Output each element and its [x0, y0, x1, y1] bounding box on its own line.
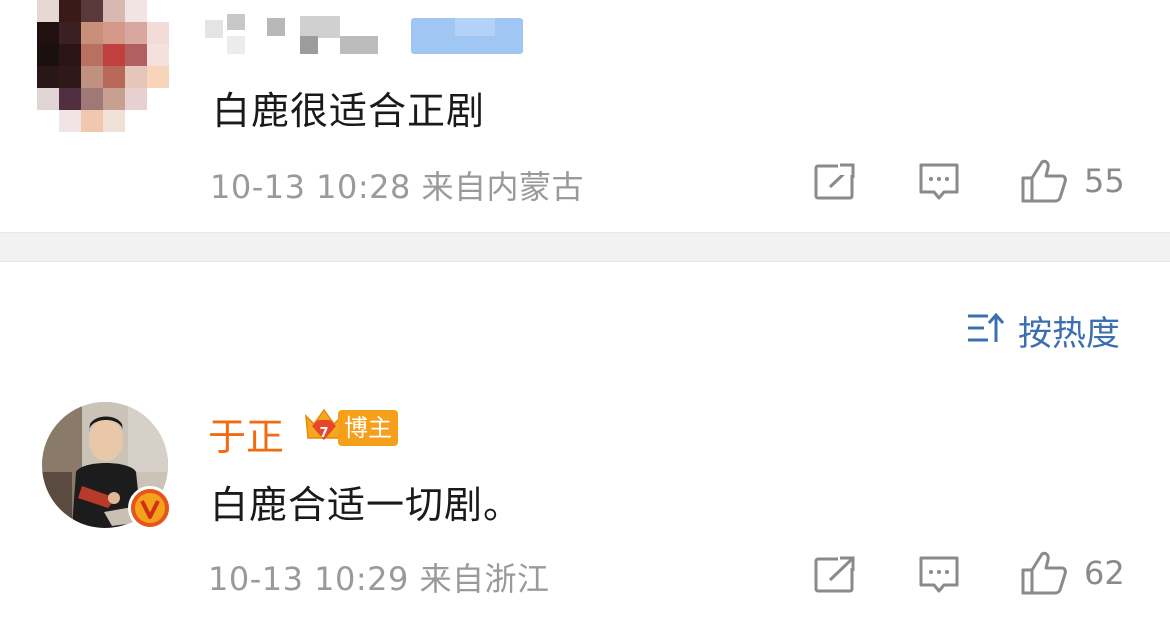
sort-by-heat-button[interactable]: 按热度: [1018, 306, 1120, 355]
timestamp: 10-13 10:29: [208, 560, 409, 598]
timestamp: 10-13 10:28: [210, 168, 411, 206]
comment-text: 白鹿很适合正剧: [212, 89, 486, 133]
comment-text: 白鹿合适一切剧。: [210, 483, 523, 527]
share-icon[interactable]: [814, 556, 856, 594]
v-verified-icon: [128, 486, 172, 530]
comment-meta: 10-13 10:28 来自内蒙古: [210, 162, 584, 208]
like-count: 62: [1084, 554, 1125, 592]
section-divider: [0, 232, 1170, 262]
author-name[interactable]: 于正: [208, 406, 284, 461]
like-count: 55: [1084, 162, 1125, 200]
sort-icon[interactable]: [966, 308, 1006, 348]
thumbs-up-icon[interactable]: [1020, 158, 1068, 204]
comment-icon[interactable]: [918, 162, 960, 202]
blogger-badge: 博主: [338, 410, 398, 446]
comment-meta: 10-13 10:29 来自浙江: [208, 554, 550, 600]
svg-text:7: 7: [319, 426, 328, 441]
avatar-pixelated[interactable]: [37, 0, 169, 132]
location: 来自内蒙古: [421, 168, 585, 206]
comment-icon[interactable]: [918, 555, 960, 595]
location: 来自浙江: [419, 560, 550, 598]
username-blurred[interactable]: [205, 14, 535, 56]
thumbs-up-icon[interactable]: [1020, 550, 1068, 596]
share-icon[interactable]: [814, 163, 856, 201]
